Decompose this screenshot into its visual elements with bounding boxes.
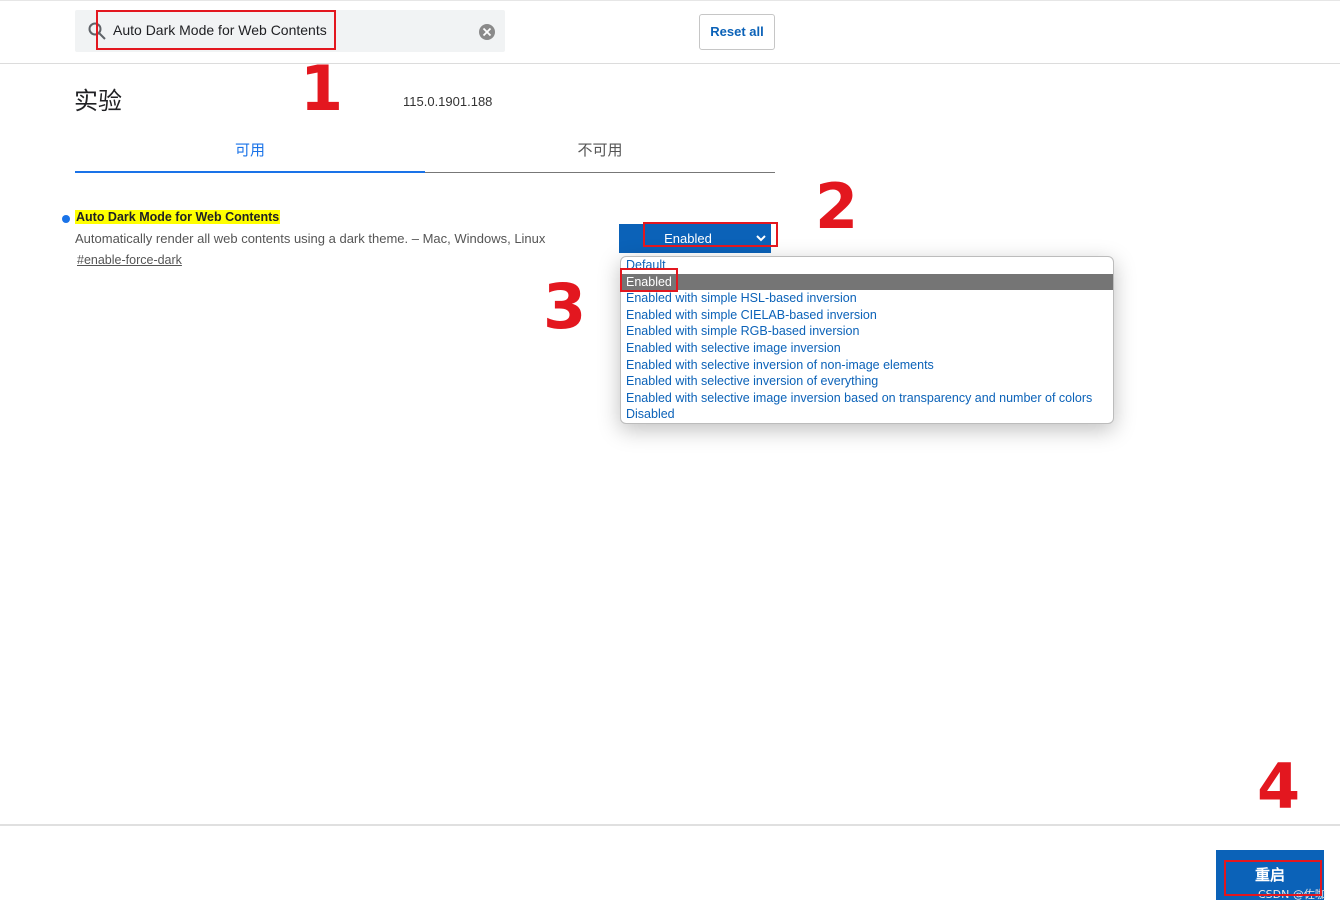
option-cielab-inversion[interactable]: Enabled with simple CIELAB-based inversi… <box>621 307 1113 324</box>
annotation-step-3: 3 <box>543 270 587 343</box>
option-selective-non-image-inversion[interactable]: Enabled with selective inversion of non-… <box>621 357 1113 374</box>
option-hsl-inversion[interactable]: Enabled with simple HSL-based inversion <box>621 290 1113 307</box>
annotation-step-2: 2 <box>815 170 859 243</box>
annotation-box-enabled-option <box>620 268 678 292</box>
option-rgb-inversion[interactable]: Enabled with simple RGB-based inversion <box>621 323 1113 340</box>
reset-all-button[interactable]: Reset all <box>699 14 775 50</box>
option-default[interactable]: Default <box>621 257 1113 274</box>
annotation-box-search <box>96 10 336 50</box>
option-transparency-inversion[interactable]: Enabled with selective image inversion b… <box>621 390 1113 407</box>
annotation-box-restart <box>1224 860 1322 896</box>
annotation-step-1: 1 <box>300 52 344 125</box>
version-label: 115.0.1901.188 <box>403 94 493 109</box>
state-dropdown-list: Default Enabled Enabled with simple HSL-… <box>620 256 1114 424</box>
tab-unavailable[interactable]: 不可用 <box>425 139 775 173</box>
option-disabled[interactable]: Disabled <box>621 406 1113 423</box>
annotation-box-select <box>643 222 778 247</box>
experiment-link[interactable]: #enable-force-dark <box>77 253 182 267</box>
experiment-status-dot <box>62 215 70 223</box>
option-selective-image-inversion[interactable]: Enabled with selective image inversion <box>621 340 1113 357</box>
tab-available-indicator <box>75 171 425 173</box>
tab-available[interactable]: 可用 <box>75 139 425 173</box>
clear-icon[interactable] <box>478 23 496 41</box>
tab-unavailable-underline <box>425 172 775 173</box>
option-selective-everything-inversion[interactable]: Enabled with selective inversion of ever… <box>621 373 1113 390</box>
experiment-description: Automatically render all web contents us… <box>75 231 546 246</box>
option-enabled[interactable]: Enabled <box>621 273 1113 291</box>
annotation-step-4: 4 <box>1257 750 1301 823</box>
footer-divider <box>0 824 1340 826</box>
page-title: 实验 <box>74 87 122 115</box>
experiment-title: Auto Dark Mode for Web Contents <box>75 210 281 224</box>
